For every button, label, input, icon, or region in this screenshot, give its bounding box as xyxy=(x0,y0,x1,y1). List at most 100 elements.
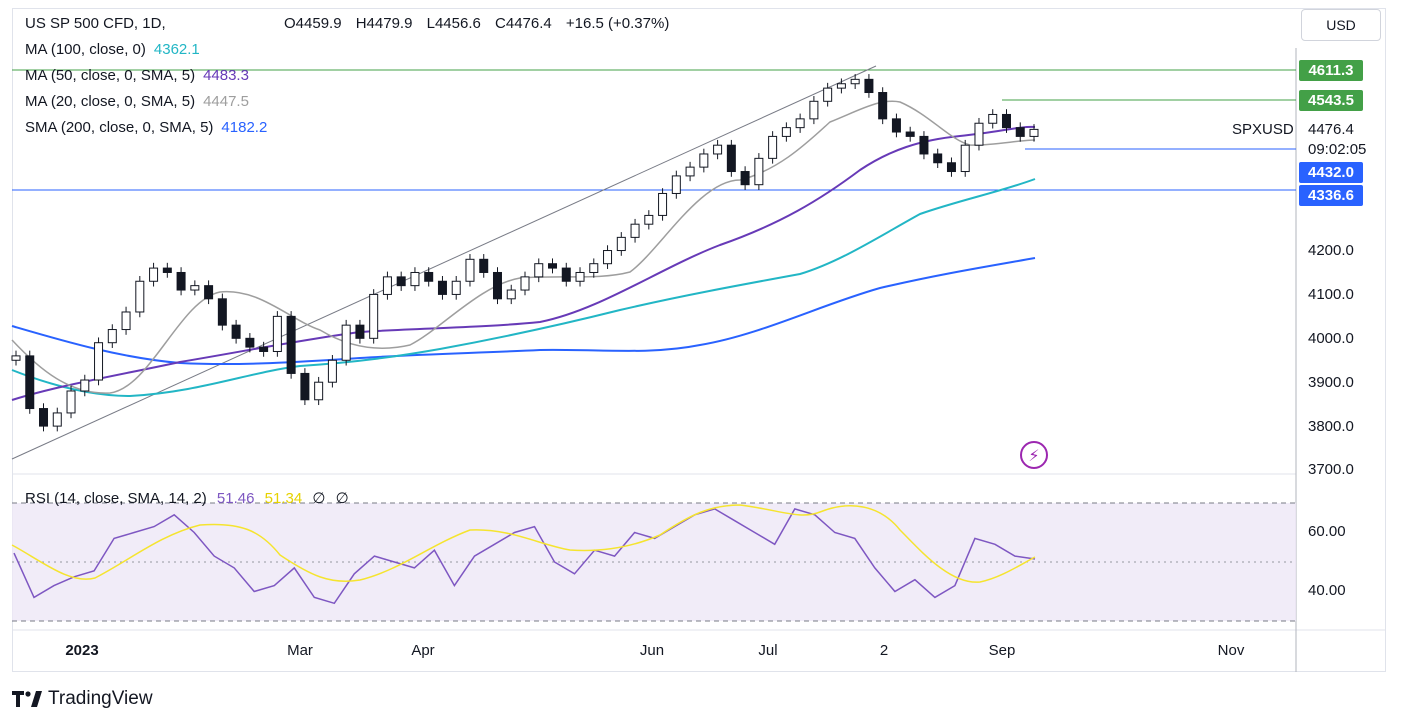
ma50-label: MA (50, close, 0, SMA, 5) xyxy=(25,67,196,84)
candle-body xyxy=(341,324,351,361)
rsi-legend[interactable]: RSI (14, close, SMA, 14, 2) 51.46 51.34 … xyxy=(25,489,349,507)
candle-body xyxy=(217,298,227,326)
tradingview-logo[interactable]: TradingView xyxy=(12,688,153,710)
candle-body xyxy=(314,381,324,401)
candle-body xyxy=(410,271,420,287)
rsi-sma-value: 51.34 xyxy=(264,490,303,507)
candle-body xyxy=(740,171,750,186)
candle-body xyxy=(781,127,791,137)
candle-body xyxy=(66,390,76,414)
sma200-value: 4182.2 xyxy=(221,119,268,136)
candle-body xyxy=(960,144,970,173)
candle-body xyxy=(204,285,214,300)
price-tag-4432[interactable]: 4432.0 xyxy=(1299,162,1363,183)
rsi-tick: 40.00 xyxy=(1308,582,1346,599)
ma20-legend[interactable]: MA (20, close, 0, SMA, 5) 4447.5 xyxy=(25,93,249,111)
candle-body xyxy=(465,258,475,282)
candle-body xyxy=(424,271,434,282)
price-tick: 3900.0 xyxy=(1308,374,1354,391)
ma100-legend[interactable]: MA (100, close, 0) 4362.1 xyxy=(25,41,200,59)
candle-body xyxy=(1001,113,1011,129)
candle-body xyxy=(506,289,516,300)
rsi-label: RSI (14, close, SMA, 14, 2) xyxy=(25,490,207,507)
candle-body xyxy=(272,315,282,352)
candle-body xyxy=(1015,127,1025,137)
candle-body xyxy=(713,144,723,155)
candle-body xyxy=(369,293,379,339)
rsi-extra-1: ∅ xyxy=(312,490,326,507)
candle-body xyxy=(11,355,21,361)
candle-body xyxy=(768,135,778,159)
candle-body xyxy=(754,157,764,186)
ma-50-line xyxy=(11,125,1036,401)
time-tick: 2 xyxy=(879,642,889,659)
candle-body xyxy=(176,271,186,291)
ma50-legend[interactable]: MA (50, close, 0, SMA, 5) 4483.3 xyxy=(25,67,249,85)
candle-body xyxy=(327,359,337,383)
candle-body xyxy=(933,153,943,164)
candle-body xyxy=(836,83,846,89)
candle-body xyxy=(699,153,709,168)
rsi-extra-2: ∅ xyxy=(335,490,349,507)
candle-body xyxy=(809,100,819,120)
candle-body xyxy=(25,355,35,410)
ohlc-readout: O4459.9 H4479.9 L4456.6 C4476.4 +16.5 (+… xyxy=(284,15,679,32)
candle-body xyxy=(80,379,90,392)
candle-body xyxy=(355,324,365,339)
candle-body xyxy=(548,263,558,269)
ma50-value: 4483.3 xyxy=(203,67,249,84)
currency-button[interactable]: USD xyxy=(1301,9,1381,41)
candle-body xyxy=(382,276,392,295)
candle-body xyxy=(190,285,200,291)
candle-body xyxy=(850,78,860,85)
candle-body xyxy=(864,78,874,94)
low-value: L4456.6 xyxy=(426,15,481,32)
rsi-value: 51.46 xyxy=(216,490,255,507)
time-tick: Nov xyxy=(1217,642,1245,659)
rsi-tick: 60.00 xyxy=(1308,523,1346,540)
last-price: 4476.4 xyxy=(1308,121,1354,138)
ma20-label: MA (20, close, 0, SMA, 5) xyxy=(25,93,196,110)
price-tag-4611[interactable]: 4611.3 xyxy=(1299,60,1363,81)
candle-body xyxy=(616,236,626,252)
time-tick: Mar xyxy=(287,642,313,659)
candle-body xyxy=(451,280,461,295)
candle-body xyxy=(231,324,241,339)
symbol-label: SPXUSD xyxy=(1232,121,1294,138)
candle-body xyxy=(259,346,269,352)
candle-body xyxy=(520,276,530,291)
sma200-label: SMA (200, close, 0, SMA, 5) xyxy=(25,119,214,136)
price-tag-4336[interactable]: 4336.6 xyxy=(1299,185,1363,206)
candle-body xyxy=(795,118,805,129)
candle-body xyxy=(94,342,104,381)
time-tick: Apr xyxy=(411,642,435,659)
price-tick: 4000.0 xyxy=(1308,330,1354,347)
symbol-title[interactable]: US SP 500 CFD, 1D, xyxy=(25,15,166,33)
candle-body xyxy=(575,271,585,282)
candle-body xyxy=(52,412,62,427)
candle-body xyxy=(919,135,929,155)
candle-body xyxy=(162,267,172,273)
candle-body xyxy=(396,276,406,287)
bar-countdown: 09:02:05 xyxy=(1308,141,1367,158)
ma100-label: MA (100, close, 0) xyxy=(25,41,146,58)
candle-body xyxy=(561,267,571,282)
sma200-legend[interactable]: SMA (200, close, 0, SMA, 5) 4182.2 xyxy=(25,119,267,137)
candle-body xyxy=(974,122,984,146)
time-tick: Sep xyxy=(988,642,1016,659)
candle-body xyxy=(685,166,695,177)
ma20-value: 4447.5 xyxy=(203,93,249,110)
change-value: +16.5 (+0.37%) xyxy=(565,15,670,32)
ma-200-line xyxy=(11,257,1036,366)
candle-body xyxy=(878,92,888,120)
price-tick: 4200.0 xyxy=(1308,242,1354,259)
price-tag-4543[interactable]: 4543.5 xyxy=(1299,90,1363,111)
candle-body xyxy=(121,311,131,331)
candle-body xyxy=(534,263,544,278)
candle-body xyxy=(891,118,901,133)
candle-body xyxy=(1029,128,1039,137)
candle-body xyxy=(107,329,117,344)
price-tick: 4100.0 xyxy=(1308,286,1354,303)
time-tick: Jul xyxy=(758,642,778,659)
ma-20-line xyxy=(11,100,1036,394)
